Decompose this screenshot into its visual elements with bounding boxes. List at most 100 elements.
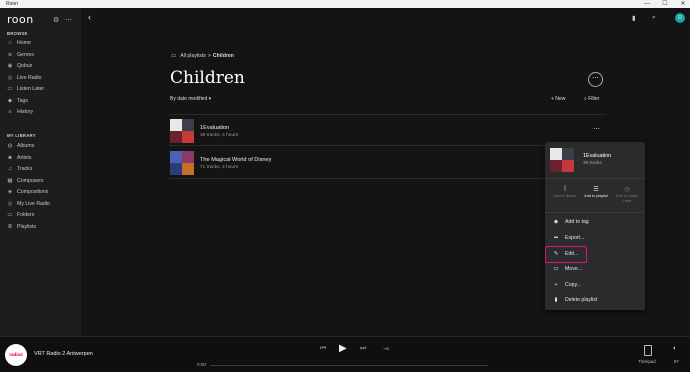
menu-item-add-to-tag[interactable]: ◆ Add to tag: [549, 216, 641, 228]
window-title: Roon: [6, 1, 18, 7]
more-options-icon[interactable]: ⋯: [65, 16, 72, 24]
filter-icon: ⌕: [584, 96, 587, 102]
sidebar-item-tags[interactable]: ◆ Tags: [6, 96, 78, 106]
composers-icon: ▦: [7, 177, 13, 184]
folder-icon: ▭: [7, 212, 13, 218]
library-icon: ⫼: [563, 186, 567, 192]
profile-avatar[interactable]: D: [675, 13, 685, 23]
playlist-cover: [170, 151, 194, 175]
play-icon[interactable]: ▶: [339, 343, 347, 354]
menu-item-delete-playlist[interactable]: ▮ Delete playlist: [549, 294, 641, 306]
library-section-title: MY LIBRARY: [7, 133, 36, 138]
sidebar-item-live-radio[interactable]: ◎ Live Radio: [6, 73, 78, 83]
menu-item-copy[interactable]: + Copy...: [549, 279, 641, 291]
bookmark-icon[interactable]: ▮: [632, 14, 636, 22]
listen-later-icon: ◷: [624, 187, 630, 193]
zone-speaker-icon[interactable]: [644, 345, 652, 356]
context-playlist-meta: 39 tracks: [583, 160, 602, 165]
sidebar-item-listen-later[interactable]: ▭ Listen Later: [6, 84, 78, 94]
sidebar-item-genres[interactable]: ≋ Genres: [6, 50, 78, 60]
radio-queue-icon[interactable]: ⇥: [383, 345, 389, 353]
sidebar-item-label: Compositions: [17, 189, 49, 195]
folder-icon: ▭: [171, 53, 177, 59]
roon-logo: roon: [7, 13, 34, 26]
sidebar-item-label: Tags: [17, 97, 28, 104]
edit-highlight-box: [545, 246, 587, 263]
sidebar-item-label: My Live Radio: [17, 200, 50, 207]
sidebar-item-compositions[interactable]: ◈ Compositions: [6, 187, 78, 197]
add-to-playlist-button[interactable]: ☰ Add to playlist: [581, 186, 611, 199]
genres-icon: ≋: [7, 51, 13, 58]
playlist-row[interactable]: 1Evaluation 39 tracks, 4 hours ⋯: [169, 114, 606, 146]
home-icon: ⌂: [8, 40, 12, 46]
playlist-name[interactable]: The Magical World of Disney: [200, 157, 271, 163]
context-cover: [550, 148, 574, 172]
artists-icon: ☻: [7, 154, 13, 161]
new-button[interactable]: + New: [551, 96, 565, 102]
breadcrumb-parent[interactable]: All playlists: [180, 53, 206, 59]
trash-icon: ▮: [554, 297, 558, 303]
row-more-icon[interactable]: ⋯: [593, 125, 600, 133]
sidebar-item-my-live-radio[interactable]: ◎ My Live Radio: [6, 199, 78, 209]
sidebar-item-qobuz[interactable]: ◉ Qobuz: [6, 61, 78, 71]
player-bar: radio2 VRT Radio 2 Antwerpen ⏮ ▶ ⏭ ⇥ 0:0…: [0, 336, 690, 372]
tag-icon: ◆: [553, 219, 559, 225]
playlist-meta: 71 tracks, 4 hours: [200, 165, 239, 170]
sidebar-item-artists[interactable]: ☻ Artists: [6, 153, 78, 163]
sidebar-item-playlists[interactable]: ≣ Playlists: [6, 222, 78, 232]
menu-item-export[interactable]: ➦ Export...: [549, 232, 641, 244]
add-to-library-button[interactable]: ⫼ Add to library: [550, 186, 580, 199]
breadcrumb: ▭ All playlists > Children: [171, 53, 234, 59]
page-title: Children: [170, 68, 245, 88]
next-icon[interactable]: ⏭: [360, 345, 366, 353]
tracks-icon: ♫: [7, 166, 13, 172]
plus-icon: +: [554, 282, 558, 288]
zone-name[interactable]: Thinkpad: [638, 359, 656, 364]
sidebar-item-albums[interactable]: ◍ Albums: [6, 141, 78, 151]
station-logo[interactable]: radio2: [5, 344, 27, 366]
playlist-icon: ≣: [7, 223, 13, 230]
volume-icon[interactable]: ◖: [672, 345, 676, 352]
previous-icon[interactable]: ⏮: [320, 345, 326, 353]
sidebar-item-label: Artists: [17, 154, 32, 161]
browse-section-title: BROWSE: [7, 31, 28, 36]
seek-bar[interactable]: [210, 365, 488, 366]
filter-button[interactable]: ⌕ Filter: [584, 96, 599, 102]
sidebar-item-label: Tracks: [17, 166, 33, 172]
radio-icon: ◎: [7, 74, 13, 81]
folder-icon: ▭: [553, 266, 559, 272]
sidebar-item-folders[interactable]: ▭ Folders: [6, 210, 78, 220]
settings-gear-icon[interactable]: ⚙: [53, 16, 59, 24]
close-button[interactable]: ✕: [676, 0, 690, 8]
back-chevron-icon[interactable]: ‹: [88, 12, 91, 22]
sidebar-item-composers[interactable]: ▦ Composers: [6, 176, 78, 186]
sidebar-item-home[interactable]: ⌂ Home: [6, 38, 78, 48]
breadcrumb-current: Children: [212, 53, 234, 59]
breadcrumb-separator: >: [207, 53, 211, 59]
sort-dropdown[interactable]: By date modified ▾: [170, 96, 211, 102]
more-options-button[interactable]: ⋯: [588, 72, 603, 87]
minimize-button[interactable]: —: [640, 0, 654, 8]
playlist-name[interactable]: 1Evaluation: [200, 125, 229, 131]
menu-item-move[interactable]: ▭ Move...: [549, 263, 641, 275]
live-radio-icon: ◎: [7, 200, 13, 207]
sidebar-item-label: Live Radio: [17, 74, 42, 81]
playlist-row[interactable]: The Magical World of Disney 71 tracks, 4…: [169, 147, 606, 179]
now-playing-station[interactable]: VRT Radio 2 Antwerpen: [34, 351, 93, 357]
playlist-meta: 39 tracks, 4 hours: [200, 133, 239, 138]
sidebar-item-tracks[interactable]: ♫ Tracks: [6, 164, 78, 174]
albums-icon: ◍: [7, 143, 13, 149]
maximize-button[interactable]: ☐: [658, 0, 672, 8]
sidebar-item-history[interactable]: ≡ History: [6, 107, 78, 117]
volume-level[interactable]: 97: [674, 359, 679, 364]
window-titlebar: Roon — ☐ ✕: [0, 0, 690, 8]
sidebar-item-label: Composers: [17, 177, 44, 184]
add-to-listen-later-button[interactable]: ◷ Add to Listen Later: [612, 186, 642, 204]
sidebar-item-label: Albums: [17, 143, 35, 149]
search-icon[interactable]: ⌕: [652, 14, 656, 22]
sidebar-item-label: Playlists: [17, 223, 37, 230]
sidebar-item-label: History: [17, 109, 34, 115]
sidebar-item-label: Home: [17, 40, 31, 46]
filter-label: Filter: [588, 96, 600, 102]
elapsed-time: 0:00: [197, 362, 206, 367]
